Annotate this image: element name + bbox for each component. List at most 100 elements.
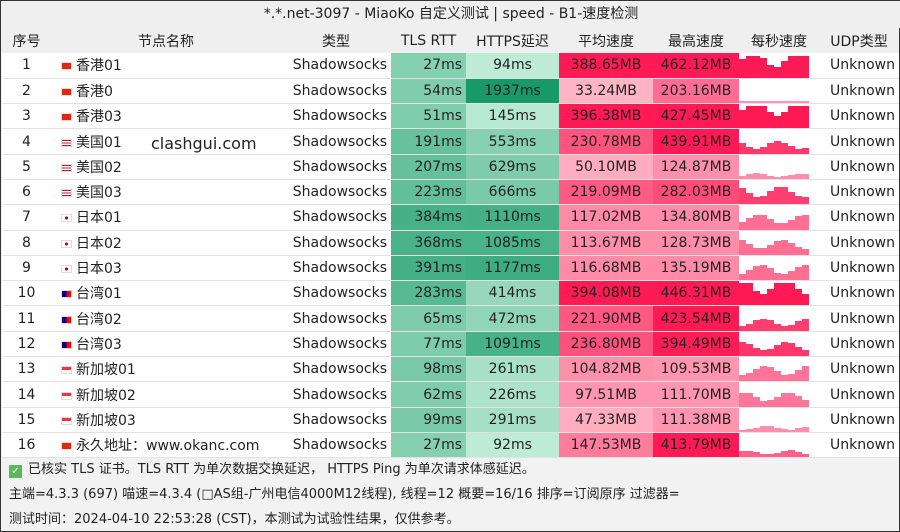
tls-rtt: 207ms bbox=[391, 154, 466, 180]
https-latency: 553ms bbox=[466, 128, 559, 155]
table-row: 2 香港0 Shadowsocks 54ms 1937ms 33.24MB 203.16MB… bbox=[2, 78, 899, 105]
speed-sample-bar bbox=[767, 244, 774, 255]
per-second-speed bbox=[739, 356, 819, 383]
speed-sample-bar bbox=[802, 399, 809, 407]
flag-icon-jp bbox=[61, 214, 72, 223]
footer-note: 已核实 TLS 证书。TLS RTT 为单次数据交换延迟， HTTPS Ping… bbox=[28, 462, 535, 477]
flag-icon-sg bbox=[61, 391, 72, 400]
column-header: 节点名称 bbox=[51, 28, 281, 53]
https-latency: 1177ms bbox=[466, 255, 559, 282]
speed-sample-bar bbox=[746, 106, 753, 128]
https-latency: 1091ms bbox=[466, 331, 559, 358]
column-header: 平均速度 bbox=[559, 28, 653, 53]
speed-sample-bar bbox=[788, 55, 795, 78]
https-latency: 261ms bbox=[466, 356, 559, 383]
speed-sample-bar bbox=[739, 188, 746, 204]
speed-sample-bar bbox=[802, 318, 809, 331]
https-latency: 226ms bbox=[466, 381, 559, 408]
speed-sample-bar bbox=[781, 239, 788, 255]
udp-type: Unknown bbox=[819, 78, 899, 105]
speed-sample-bar bbox=[788, 191, 795, 204]
speed-sample-bar bbox=[802, 265, 809, 280]
node-name-text: 台湾01 bbox=[76, 286, 122, 303]
table-row: 13 新加坡01 Shadowsocks 98ms 261ms 104.82MB 109.5… bbox=[2, 356, 899, 383]
table-row: 11 台湾02 Shadowsocks 65ms 472ms 221.90MB 423.54… bbox=[2, 305, 899, 332]
speed-sample-bar bbox=[739, 392, 746, 407]
per-second-speed bbox=[739, 78, 819, 105]
speed-sample-bar bbox=[802, 173, 809, 179]
speed-sample-bar bbox=[795, 196, 802, 204]
speed-sample-bar bbox=[795, 428, 802, 432]
avg-speed: 97.51MB bbox=[559, 381, 653, 408]
speed-sample-bar bbox=[795, 346, 802, 356]
index: 9 bbox=[2, 255, 51, 282]
speed-sample-bar bbox=[767, 190, 774, 204]
speed-sample-bar bbox=[781, 112, 788, 128]
report-window: *.*.net-3097 - MiaoKo 自定义测试 | speed - B1… bbox=[0, 0, 900, 532]
speed-sample-bar bbox=[753, 266, 760, 280]
speed-sample-bar bbox=[795, 370, 802, 381]
speed-sample-bar bbox=[767, 268, 774, 280]
node-name-text: 香港0 bbox=[76, 83, 113, 100]
table-row: 12 台湾03 Shadowsocks 77ms 1091ms 236.80MB 394.4… bbox=[2, 331, 899, 358]
speed-sample-bar bbox=[788, 392, 795, 407]
speed-sample-bar bbox=[753, 320, 760, 331]
speed-sample-bar bbox=[746, 193, 753, 204]
speed-sample-bar bbox=[746, 270, 753, 280]
per-second-speed bbox=[739, 230, 819, 256]
speed-sample-bar bbox=[802, 196, 809, 204]
tls-rtt: 384ms bbox=[391, 204, 466, 231]
flag-icon-tw bbox=[61, 315, 72, 324]
speed-sample-bar bbox=[760, 174, 767, 179]
speed-sample-bar bbox=[753, 148, 760, 154]
index: 14 bbox=[2, 381, 51, 408]
speed-sample-bar bbox=[760, 350, 767, 356]
https-latency: 666ms bbox=[466, 179, 559, 206]
node-name-text: 台湾03 bbox=[76, 336, 122, 353]
index: 6 bbox=[2, 179, 51, 206]
tls-rtt: 62ms bbox=[391, 381, 466, 408]
node-name-text: 日本03 bbox=[76, 261, 122, 278]
node-name: 新加坡02 bbox=[51, 381, 281, 408]
table-row: 14 新加坡02 Shadowsocks 62ms 226ms 97.51MB 111.70… bbox=[2, 381, 899, 408]
speed-sample-bar bbox=[753, 347, 760, 356]
node-name-text: 日本02 bbox=[76, 235, 122, 252]
node-name: 永久地址：www.okanc.com bbox=[51, 432, 281, 459]
tls-rtt: 223ms bbox=[391, 179, 466, 206]
speed-sample-bar bbox=[795, 288, 802, 305]
node-type: Shadowsocks bbox=[281, 432, 391, 459]
node-type: Shadowsocks bbox=[281, 103, 391, 130]
speed-sample-bar bbox=[774, 344, 781, 356]
node-name: 香港01 bbox=[51, 53, 281, 79]
footer: ✓ 已核实 TLS 证书。TLS RTT 为单次数据交换延迟， HTTPS Pin… bbox=[9, 457, 680, 532]
node-name-text: 香港03 bbox=[76, 109, 122, 126]
speed-sample-bar bbox=[753, 368, 760, 381]
per-second-speed bbox=[739, 154, 819, 180]
speed-sample-bar bbox=[781, 393, 788, 407]
per-second-speed bbox=[739, 381, 819, 408]
speed-sample-bar bbox=[760, 400, 767, 407]
speed-sample-bar bbox=[739, 58, 746, 78]
node-type: Shadowsocks bbox=[281, 280, 391, 307]
flag-icon-hk bbox=[61, 62, 72, 71]
column-header: UDP类型 bbox=[819, 28, 899, 53]
node-name: 台湾01 bbox=[51, 280, 281, 307]
max-speed: 427.45MB bbox=[653, 103, 739, 130]
speed-sample-bar bbox=[774, 240, 781, 255]
speed-sample-bar bbox=[760, 265, 767, 280]
flag-icon-tw bbox=[61, 340, 72, 349]
table-row: 4 美国01 Shadowsocks 191ms 553ms 230.78MB 439.91… bbox=[2, 128, 899, 155]
speed-sample-bar bbox=[781, 223, 788, 230]
node-type: Shadowsocks bbox=[281, 179, 391, 206]
https-latency: 472ms bbox=[466, 305, 559, 332]
watermark: clashgui.com bbox=[151, 134, 257, 153]
speed-sample-bar bbox=[788, 106, 795, 128]
speed-sample-bar bbox=[781, 374, 788, 381]
per-second-speed bbox=[739, 255, 819, 282]
speed-sample-bar bbox=[760, 195, 767, 204]
https-latency: 1085ms bbox=[466, 230, 559, 256]
speed-sample-bar bbox=[774, 272, 781, 280]
node-name-text: 香港01 bbox=[76, 58, 122, 75]
column-header: 最高速度 bbox=[653, 28, 739, 53]
index: 3 bbox=[2, 103, 51, 130]
